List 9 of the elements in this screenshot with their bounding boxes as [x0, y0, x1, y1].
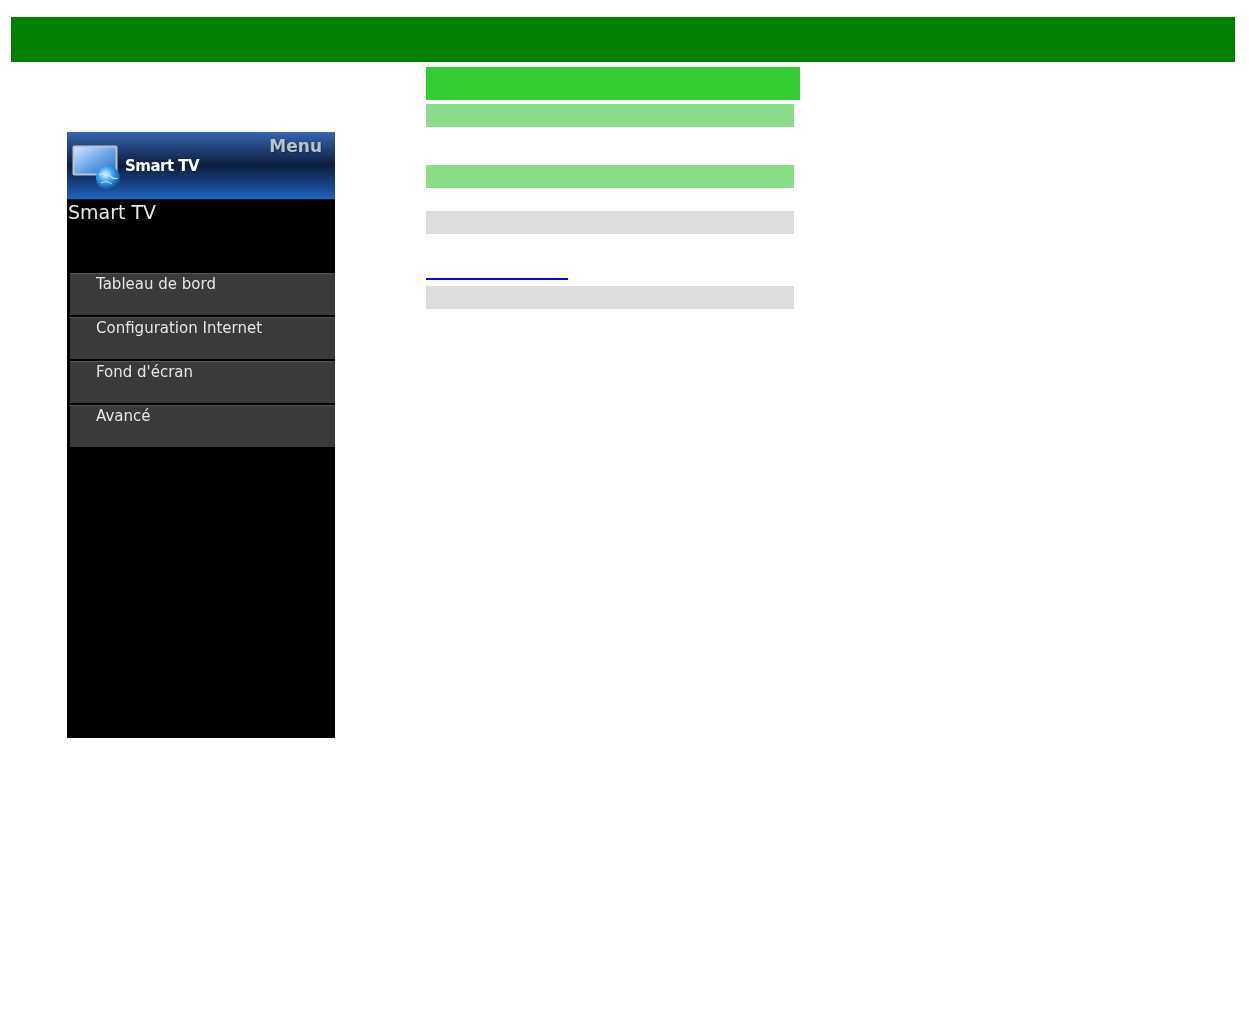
monitor-globe-icon — [72, 145, 122, 191]
logo-text: Smart TV — [125, 155, 200, 177]
menu-label: Menu — [269, 135, 322, 158]
menu-item[interactable]: Configuration Internet — [70, 317, 335, 359]
menu-title: Smart TV — [67, 200, 157, 223]
menu-item[interactable]: Fond d'écran — [70, 361, 335, 403]
link-underline[interactable] — [426, 278, 568, 280]
menu-item[interactable]: Avancé — [70, 405, 335, 447]
menu-item[interactable]: Tableau de bord — [70, 273, 335, 315]
